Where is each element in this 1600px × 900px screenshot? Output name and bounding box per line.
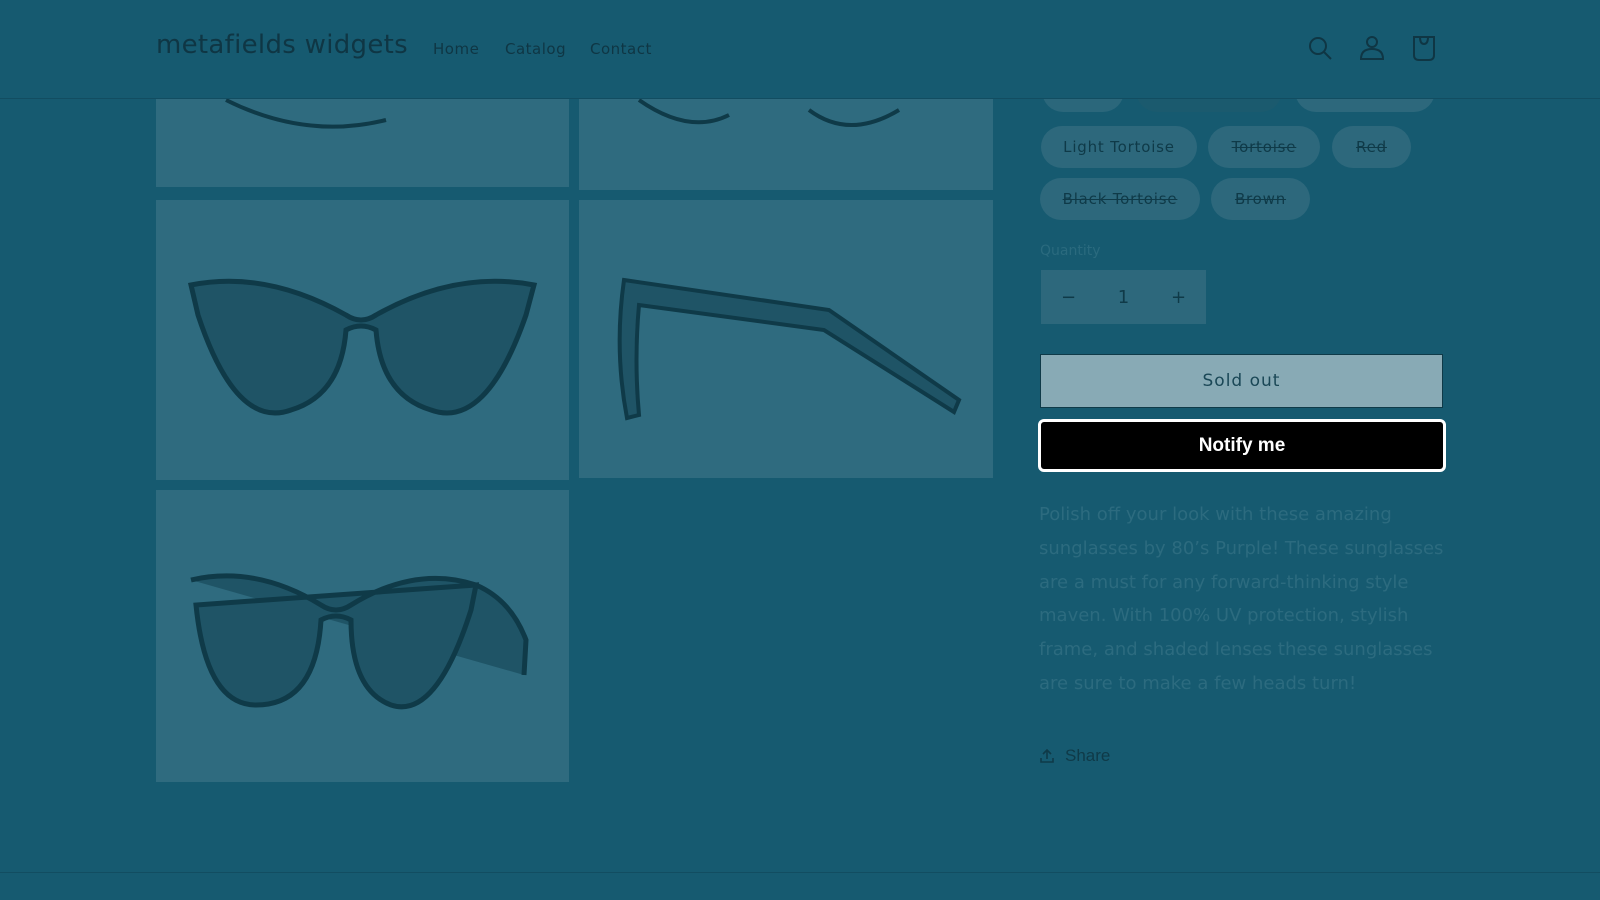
sunglasses-angle-image xyxy=(190,573,529,710)
share-icon xyxy=(1040,748,1054,763)
search-icon[interactable] xyxy=(1306,34,1334,62)
option-label: Red xyxy=(1356,138,1387,156)
option-label: Tortoise xyxy=(1231,138,1297,156)
color-option-brown[interactable]: Brown xyxy=(1211,178,1310,220)
product-image-4[interactable] xyxy=(579,200,993,478)
decrease-quantity-button[interactable]: − xyxy=(1049,287,1089,308)
quantity-label: Quantity xyxy=(1040,243,1101,259)
product-image-3[interactable] xyxy=(156,200,569,480)
sunglasses-side-image xyxy=(617,277,962,421)
option-label: Black Tortoise xyxy=(1062,190,1178,208)
share-button[interactable]: Share xyxy=(1039,746,1110,766)
cart-icon[interactable] xyxy=(1410,34,1438,62)
nav-contact[interactable]: Contact xyxy=(590,40,652,58)
sunglasses-front-image xyxy=(187,278,538,416)
nav-catalog[interactable]: Catalog xyxy=(505,40,566,58)
account-icon[interactable] xyxy=(1358,34,1386,62)
color-option-tortoise[interactable]: Tortoise xyxy=(1208,126,1320,168)
option-label: Light Tortoise xyxy=(1063,138,1175,156)
nav-home[interactable]: Home xyxy=(433,40,479,58)
quantity-stepper: − 1 + xyxy=(1041,270,1206,324)
color-option-red[interactable]: Red xyxy=(1332,126,1411,168)
product-description: Polish off your look with these amazing … xyxy=(1039,504,1444,694)
footer-divider xyxy=(0,872,1600,873)
color-option-black-tortoise[interactable]: Black Tortoise xyxy=(1040,178,1200,220)
notify-me-button[interactable]: Notify me xyxy=(1038,419,1446,472)
site-header: metafields widgets Home Catalog Contact xyxy=(0,0,1600,99)
share-label: Share xyxy=(1065,746,1111,765)
quantity-input[interactable]: 1 xyxy=(1104,287,1144,308)
increase-quantity-button[interactable]: + xyxy=(1159,287,1199,308)
color-option-light-tortoise[interactable]: Light Tortoise xyxy=(1041,126,1197,168)
option-label: Brown xyxy=(1234,190,1287,208)
store-logo[interactable]: metafields widgets xyxy=(156,30,408,60)
product-image-5[interactable] xyxy=(156,490,569,782)
sold-out-button[interactable]: Sold out xyxy=(1040,354,1443,408)
